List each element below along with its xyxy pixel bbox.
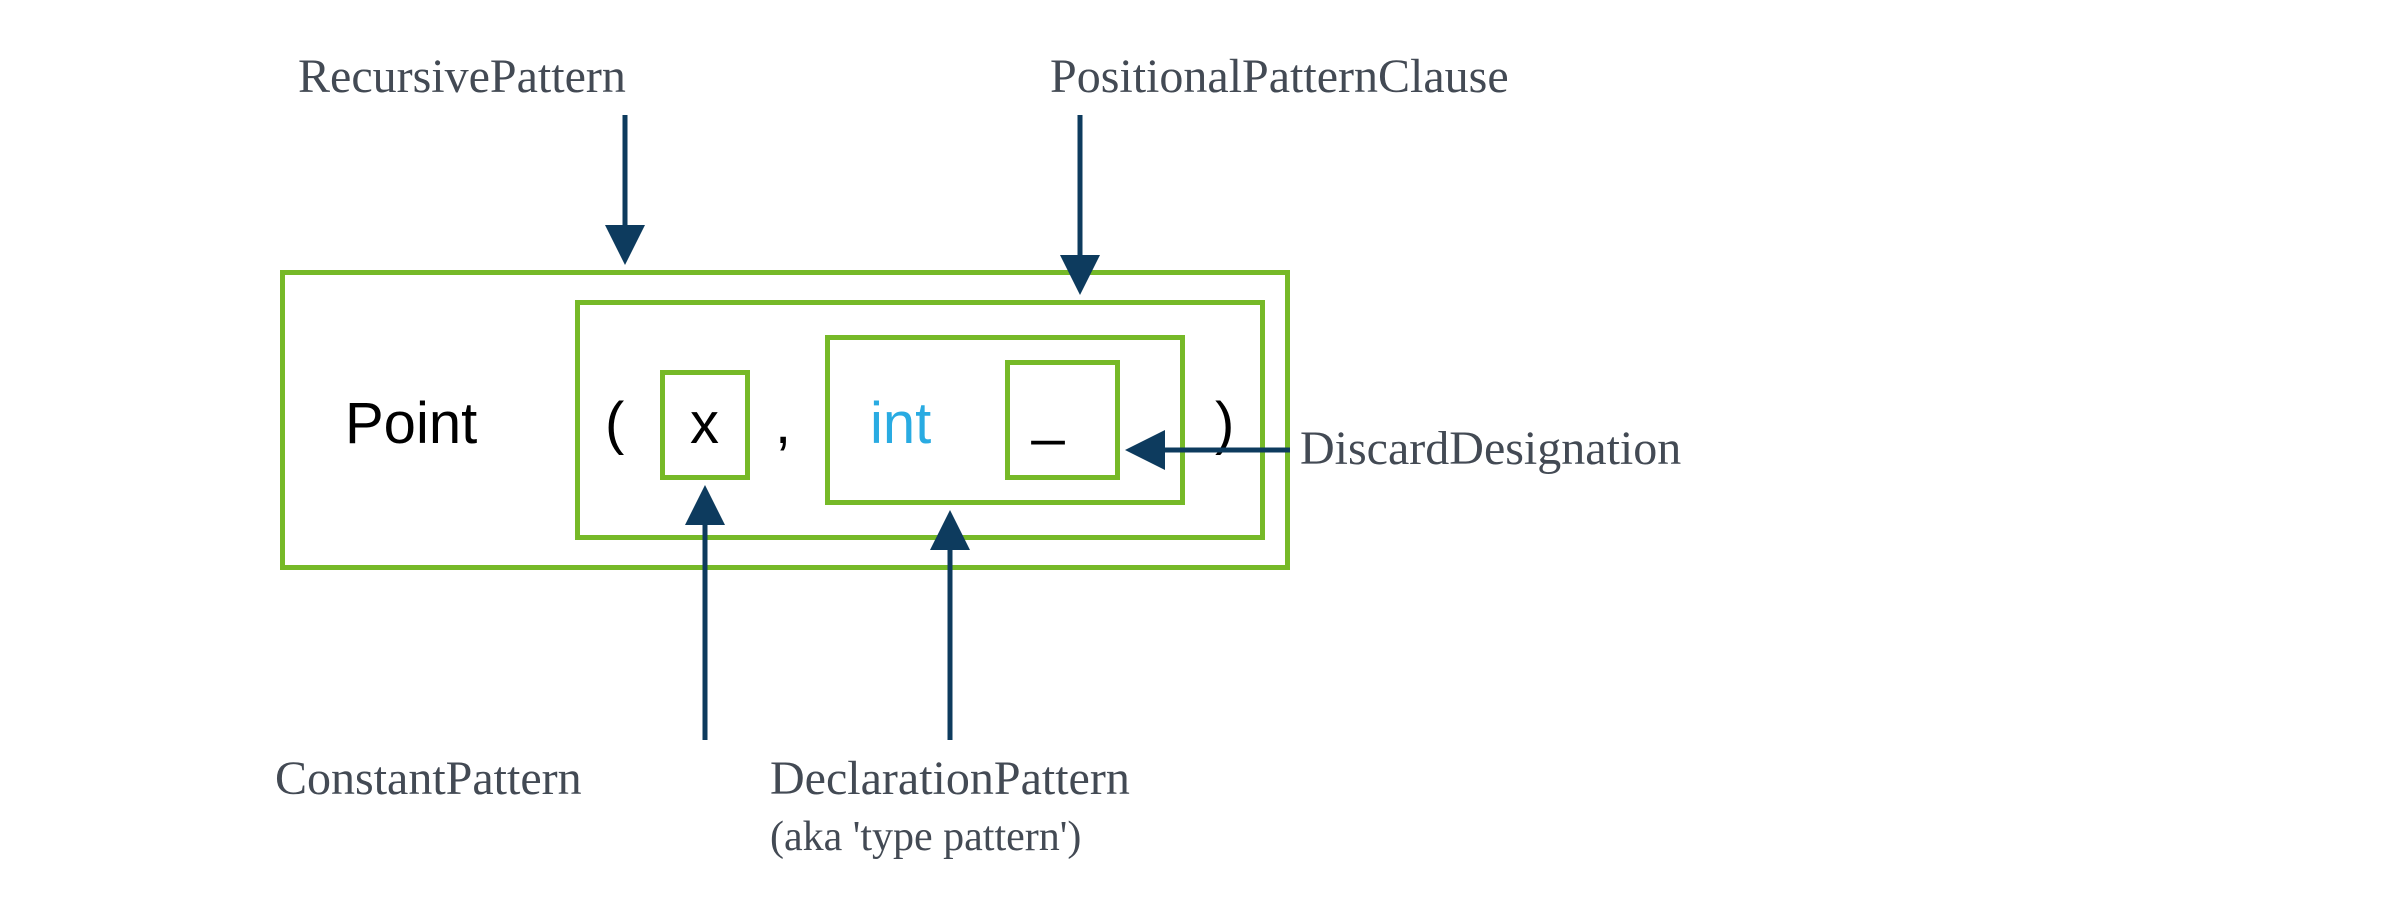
label-constant-pattern: ConstantPattern [275,750,582,808]
token-comma: , [775,395,791,453]
label-discard-designation: DiscardDesignation [1300,420,1681,478]
label-declaration-pattern: DeclarationPattern [770,750,1130,808]
token-point: Point [345,395,477,453]
token-x: x [690,395,719,453]
token-rparen: ) [1215,395,1234,453]
token-lparen: ( [605,395,624,453]
label-recursive-pattern: RecursivePattern [298,48,626,106]
label-declaration-pattern-aka: (aka 'type pattern') [770,812,1081,862]
diagram-canvas: RecursivePattern PositionalPatternClause… [0,0,2401,900]
label-positional-pattern-clause: PositionalPatternClause [1050,48,1509,106]
token-int: int [870,395,931,453]
token-underscore: _ [1032,385,1064,443]
